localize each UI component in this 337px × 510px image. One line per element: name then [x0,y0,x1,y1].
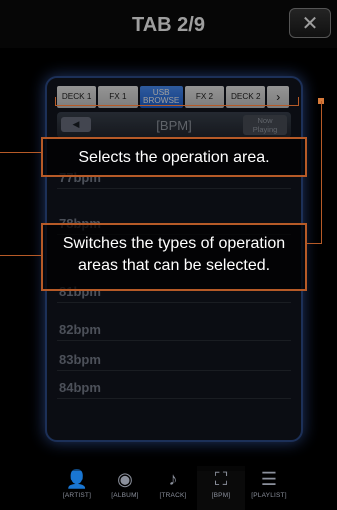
category-playlist-button[interactable]: ☰ [PLAYLIST] [245,466,293,510]
metronome-icon: ⛶ [214,469,228,489]
now-playing-button[interactable]: Now Playing [243,115,287,135]
page-title: TAB 2/9 [132,14,205,36]
album-icon: ◉ [117,469,133,489]
callout-operation-area: Selects the operation area. [41,137,307,177]
header-bar: TAB 2/9 ✕ [0,0,337,48]
category-track-button[interactable]: ♪ [TRACK] [149,466,197,510]
close-button[interactable]: ✕ [289,8,331,38]
list-item[interactable]: 84bpm [57,376,291,399]
list-item[interactable]: 83bpm [57,348,291,371]
category-album-button[interactable]: ◉ [ALBUM] [101,466,149,510]
callout-types-switch: Switches the types of operation areas th… [41,223,307,291]
music-note-icon: ♪ [168,469,178,489]
bpm-list: 77bpm 78bpm 81bpm 82bpm 83bpm 84bpm [57,140,291,462]
callout-connector-line [307,243,322,244]
browse-nav-row: ◀ [BPM] Now Playing [57,112,291,138]
list-icon: ☰ [260,469,278,489]
list-item[interactable]: 82bpm [57,318,291,341]
category-artist-button[interactable]: 👤 [ARTIST] [53,466,101,510]
callout-connector-line [321,101,322,243]
callout-left-leader [0,152,41,153]
category-bar: 👤 [ARTIST] ◉ [ALBUM] ♪ [TRACK] ⛶ [BPM] ☰… [53,466,295,510]
callout-bracket [55,97,299,106]
callout-left-leader [0,255,41,256]
category-bpm-button[interactable]: ⛶ [BPM] [197,466,245,510]
close-icon: ✕ [301,12,319,35]
person-icon: 👤 [65,469,89,489]
